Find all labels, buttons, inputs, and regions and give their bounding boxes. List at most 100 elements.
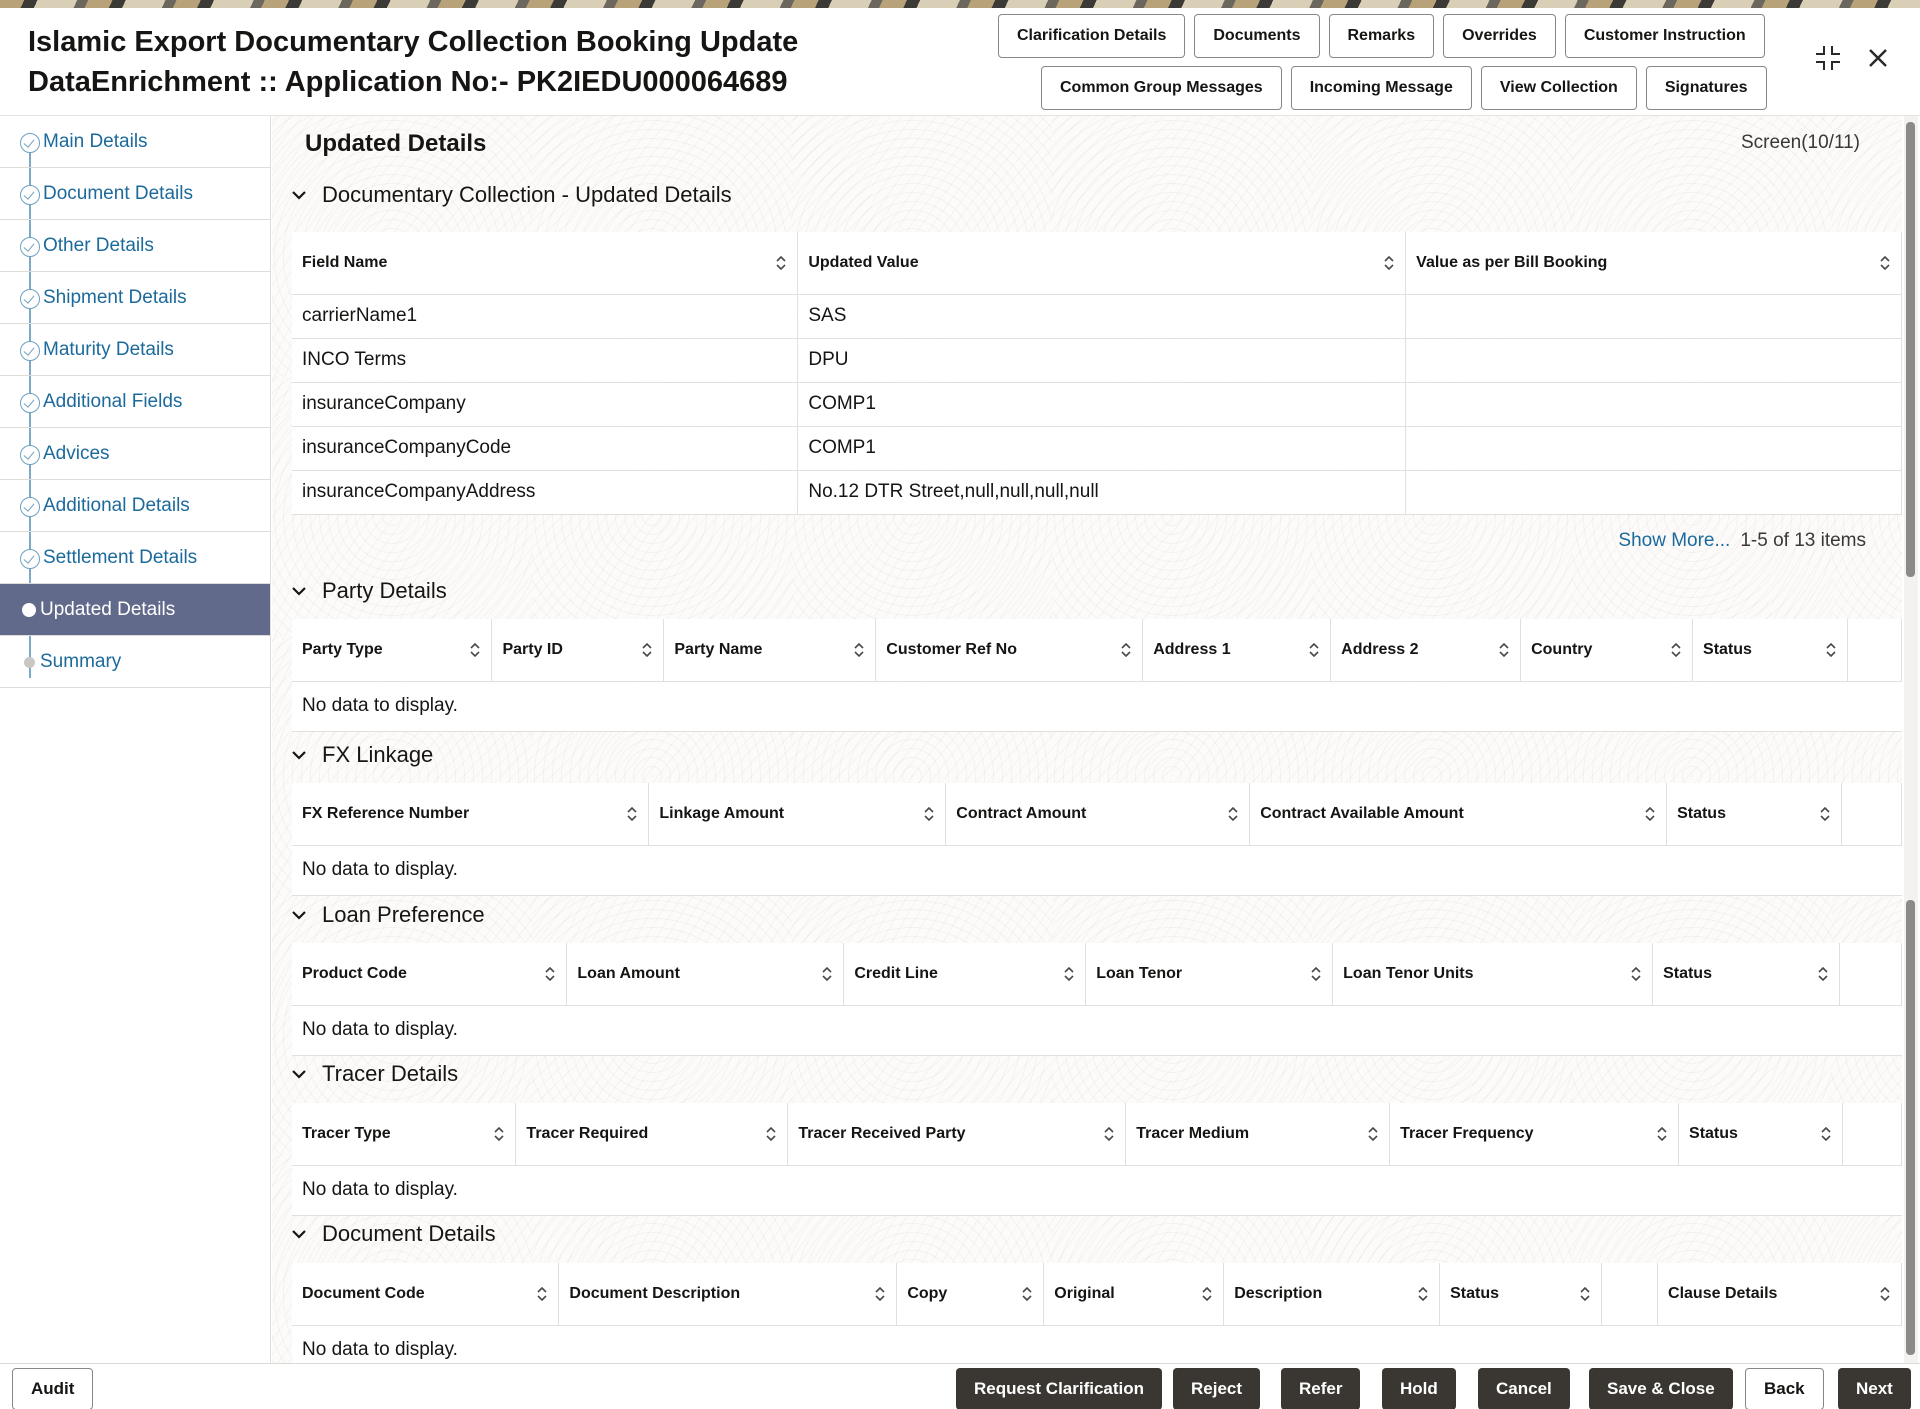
column-header-value-as-per-bill-booking[interactable]: Value as per Bill Booking (1405, 232, 1902, 295)
request-clarification-button[interactable]: Request Clarification (956, 1368, 1163, 1409)
column-header-description[interactable]: Description (1223, 1263, 1441, 1326)
table-row[interactable]: insuranceCompanyAddress No.12 DTR Street… (292, 470, 1902, 515)
sidebar-item-settlement-details[interactable]: Settlement Details (0, 532, 270, 584)
scrollbar-thumb-lower[interactable] (1906, 900, 1915, 1355)
sidebar-item-updated-details[interactable]: Updated Details (0, 584, 270, 636)
column-header-status[interactable]: Status (1692, 619, 1848, 682)
column-header-credit-line[interactable]: Credit Line (843, 943, 1087, 1006)
column-header-tracer-received-party[interactable]: Tracer Received Party (787, 1103, 1127, 1166)
header-buttons-row-2: Common Group Messages Incoming Message V… (1041, 66, 1767, 110)
back-button[interactable]: Back (1745, 1368, 1824, 1409)
documents-button[interactable]: Documents (1194, 14, 1320, 58)
column-header-tracer-medium[interactable]: Tracer Medium (1125, 1103, 1391, 1166)
title-line-2: DataEnrichment :: Application No:- PK2IE… (28, 66, 788, 98)
column-header-loan-amount[interactable]: Loan Amount (566, 943, 845, 1006)
cell-field-name: insuranceCompanyCode (292, 426, 799, 471)
sidebar-item-main-details[interactable]: Main Details (0, 116, 270, 168)
reject-button[interactable]: Reject (1173, 1368, 1261, 1409)
column-header-contract-available-amount[interactable]: Contract Available Amount (1249, 783, 1668, 846)
column-header-linkage-amount[interactable]: Linkage Amount (648, 783, 947, 846)
sort-icon (1368, 1126, 1378, 1141)
loan-preference-section-toggle[interactable]: Loan Preference (292, 902, 485, 928)
empty-message: No data to display. (292, 1325, 1902, 1363)
column-header-copy[interactable]: Copy (896, 1263, 1045, 1326)
remarks-button[interactable]: Remarks (1328, 14, 1435, 58)
column-header-address-2[interactable]: Address 2 (1330, 619, 1522, 682)
table-row[interactable]: INCO Terms DPU (292, 338, 1902, 383)
column-header-product-code[interactable]: Product Code (292, 943, 568, 1006)
sidebar-item-label: Document Details (43, 182, 193, 204)
column-header-party-id[interactable]: Party ID (491, 619, 665, 682)
column-header-country[interactable]: Country (1520, 619, 1694, 682)
column-header-field-name[interactable]: Field Name (292, 232, 799, 295)
column-header-tracer-required[interactable]: Tracer Required (515, 1103, 789, 1166)
column-header-document-description[interactable]: Document Description (558, 1263, 898, 1326)
column-header-tracer-frequency[interactable]: Tracer Frequency (1389, 1103, 1680, 1166)
table-pager: Show More... 1-5 of 13 items (1618, 530, 1866, 552)
audit-button[interactable]: Audit (12, 1368, 94, 1409)
cell-bill-booking-value (1405, 382, 1902, 427)
save-and-close-button[interactable]: Save & Close (1589, 1368, 1733, 1409)
table-row[interactable]: insuranceCompany COMP1 (292, 382, 1902, 427)
column-header-clause-details[interactable]: Clause Details (1657, 1263, 1902, 1326)
column-header-party-name[interactable]: Party Name (663, 619, 877, 682)
column-header-fx-reference-number[interactable]: FX Reference Number (292, 783, 650, 846)
column-header-status[interactable]: Status (1678, 1103, 1843, 1166)
sidebar-item-shipment-details[interactable]: Shipment Details (0, 272, 270, 324)
sidebar-item-additional-fields[interactable]: Additional Fields (0, 376, 270, 428)
column-header-original[interactable]: Original (1043, 1263, 1225, 1326)
customer-instruction-button[interactable]: Customer Instruction (1564, 14, 1765, 58)
sidebar-item-additional-details[interactable]: Additional Details (0, 480, 270, 532)
incoming-message-button[interactable]: Incoming Message (1290, 66, 1472, 110)
view-collection-button[interactable]: View Collection (1480, 66, 1637, 110)
sidebar-item-label: Additional Details (43, 494, 190, 516)
hold-button[interactable]: Hold (1382, 1368, 1456, 1409)
column-header-customer-ref-no[interactable]: Customer Ref No (875, 619, 1144, 682)
sidebar-item-other-details[interactable]: Other Details (0, 220, 270, 272)
cancel-button[interactable]: Cancel (1478, 1368, 1570, 1409)
column-header-address-1[interactable]: Address 1 (1142, 619, 1332, 682)
close-icon[interactable] (1864, 44, 1892, 72)
column-header-tracer-type[interactable]: Tracer Type (292, 1103, 517, 1166)
sidebar-item-advices[interactable]: Advices (0, 428, 270, 480)
sidebar-item-label: Updated Details (40, 598, 176, 620)
sort-icon (1820, 806, 1830, 821)
column-header-status[interactable]: Status (1439, 1263, 1603, 1326)
column-header-status[interactable]: Status (1652, 943, 1840, 1006)
overrides-button[interactable]: Overrides (1443, 14, 1556, 58)
column-header-status[interactable]: Status (1666, 783, 1842, 846)
cell-field-name: INCO Terms (292, 338, 799, 383)
signatures-button[interactable]: Signatures (1645, 66, 1767, 110)
sort-icon (627, 806, 637, 821)
collapse-icon[interactable] (1814, 44, 1842, 72)
sidebar-item-maturity-details[interactable]: Maturity Details (0, 324, 270, 376)
clarification-details-button[interactable]: Clarification Details (998, 14, 1186, 58)
next-button[interactable]: Next (1838, 1368, 1911, 1409)
table-row[interactable]: insuranceCompanyCode COMP1 (292, 426, 1902, 471)
column-header-loan-tenor[interactable]: Loan Tenor (1085, 943, 1334, 1006)
table-row[interactable]: carrierName1 SAS (292, 294, 1902, 339)
sidebar-item-summary[interactable]: Summary (0, 636, 270, 688)
column-header-contract-amount[interactable]: Contract Amount (945, 783, 1251, 846)
column-header-document-code[interactable]: Document Code (292, 1263, 560, 1326)
tracer-details-section-toggle[interactable]: Tracer Details (292, 1061, 458, 1087)
column-header-loan-tenor-units[interactable]: Loan Tenor Units (1332, 943, 1654, 1006)
sort-icon (1631, 966, 1641, 981)
cell-bill-booking-value (1405, 294, 1902, 339)
column-header-party-type[interactable]: Party Type (292, 619, 493, 682)
column-header-updated-value[interactable]: Updated Value (797, 232, 1407, 295)
scrollbar-thumb-upper[interactable] (1906, 122, 1915, 577)
party-details-section-toggle[interactable]: Party Details (292, 578, 447, 604)
sidebar-item-label: Additional Fields (43, 390, 183, 412)
refer-button[interactable]: Refer (1281, 1368, 1361, 1409)
tracer-details-table: Tracer Type Tracer Required Tracer Recei… (292, 1103, 1902, 1216)
show-more-link[interactable]: Show More... (1618, 530, 1730, 552)
cell-updated-value: SAS (797, 294, 1407, 339)
section-title: Party Details (322, 578, 447, 603)
document-details-section-toggle[interactable]: Document Details (292, 1221, 496, 1247)
check-circle-icon (20, 185, 40, 205)
common-group-messages-button[interactable]: Common Group Messages (1041, 66, 1282, 110)
sidebar-item-document-details[interactable]: Document Details (0, 168, 270, 220)
fx-linkage-section-toggle[interactable]: FX Linkage (292, 742, 433, 768)
updated-details-section-toggle[interactable]: Documentary Collection - Updated Details (292, 182, 732, 208)
